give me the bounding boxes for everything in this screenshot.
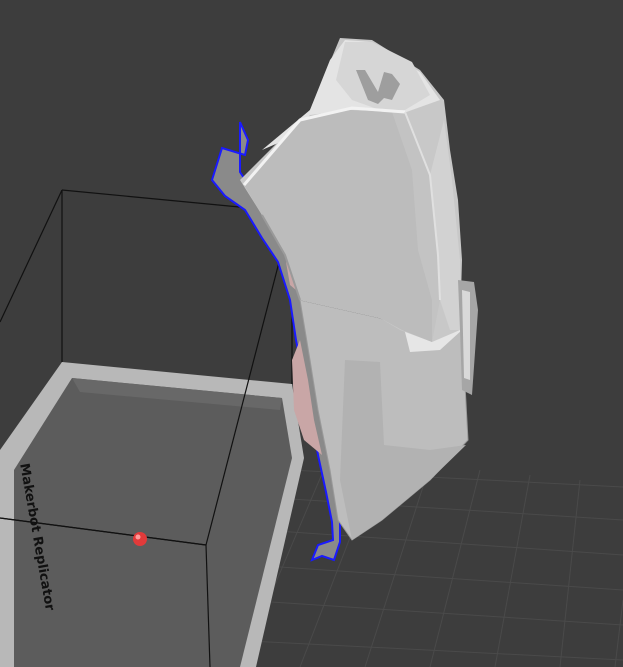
origin-marker[interactable]: [133, 532, 147, 546]
3d-viewport[interactable]: Makerbot Replicator: [0, 0, 623, 667]
scene-canvas[interactable]: [0, 0, 623, 667]
build-plate: [0, 362, 304, 667]
